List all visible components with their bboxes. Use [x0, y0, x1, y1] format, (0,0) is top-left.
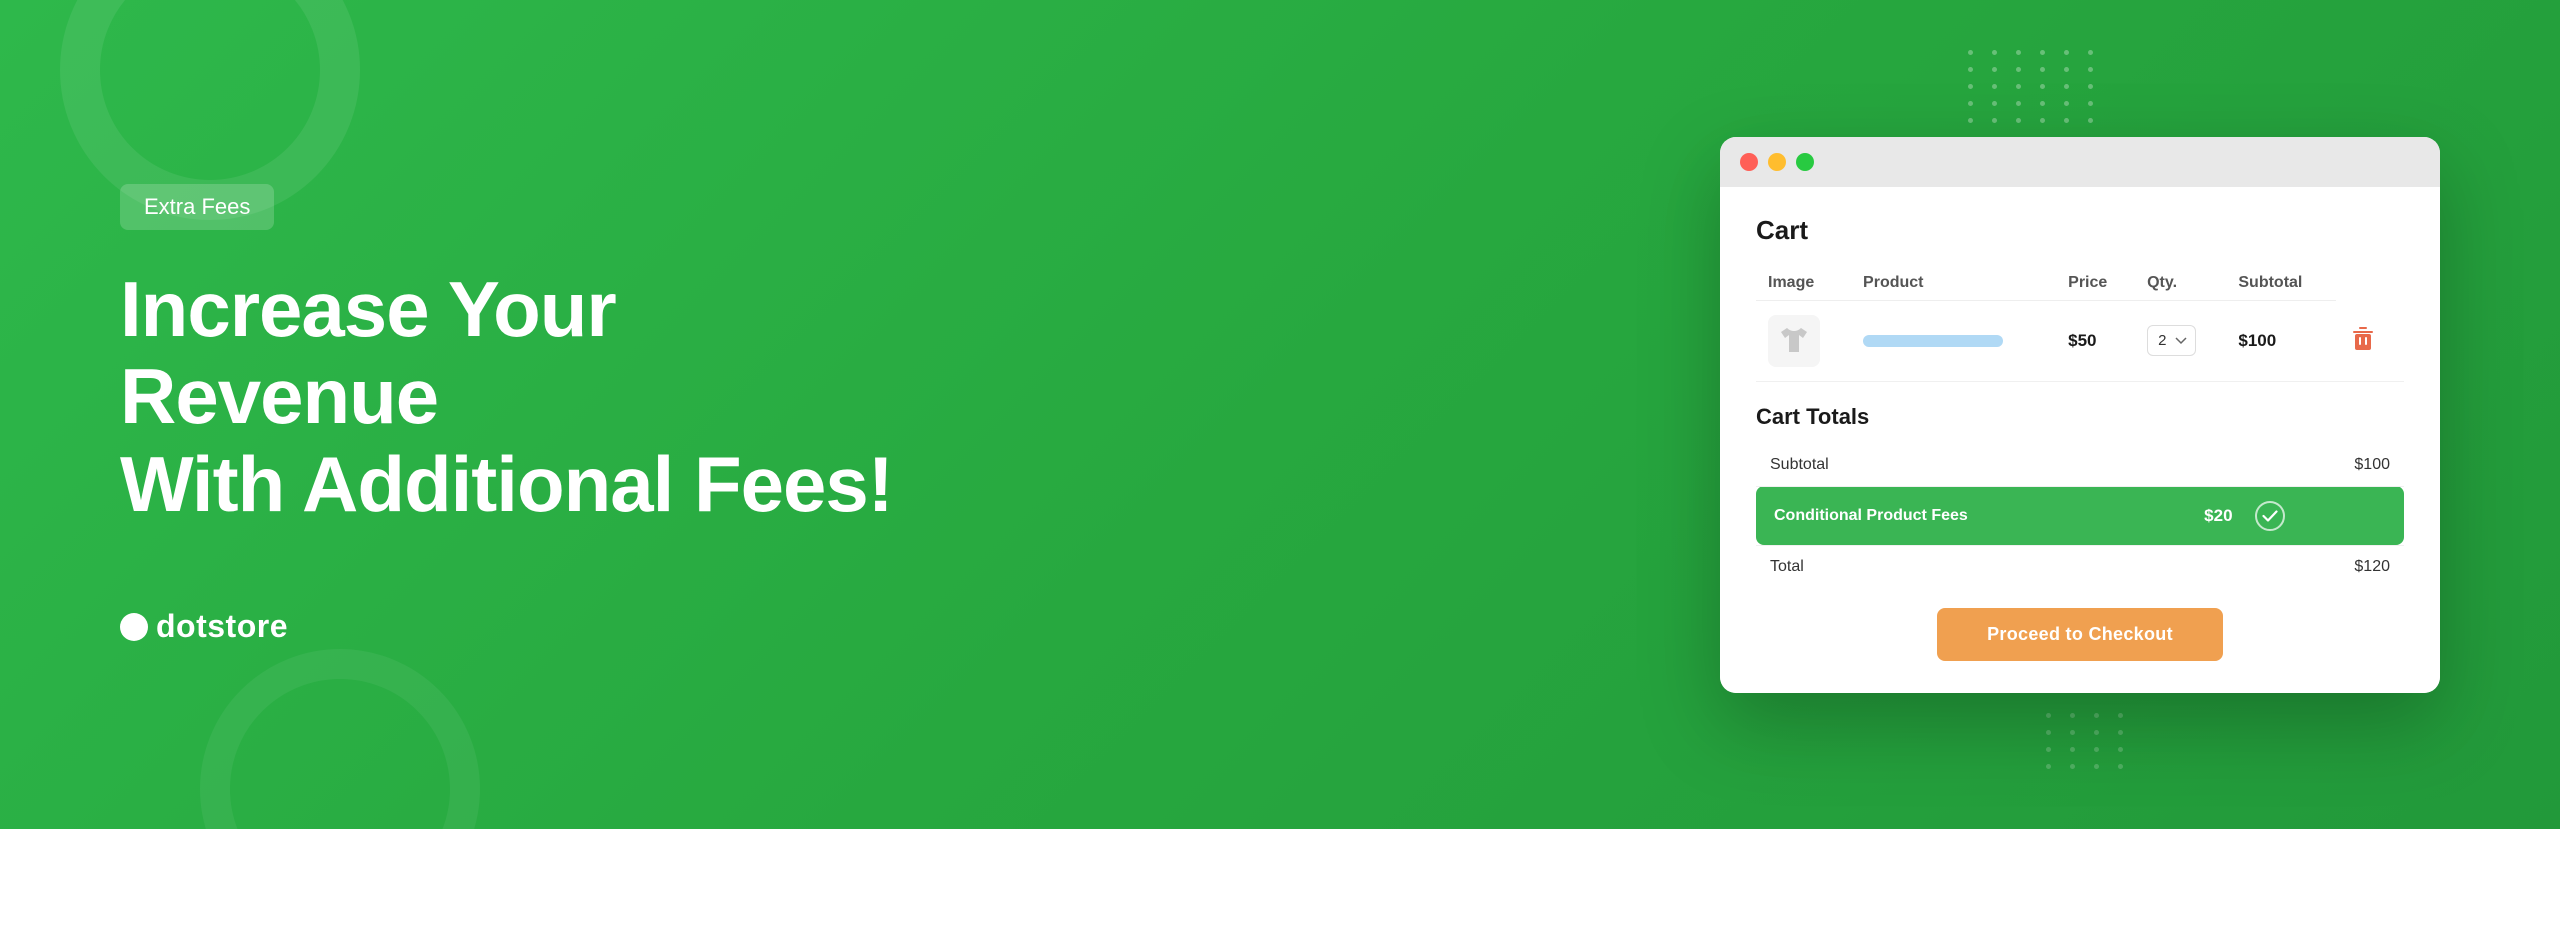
delete-cell: [2336, 300, 2404, 381]
fees-row: Conditional Product Fees $20: [1756, 486, 2404, 545]
subtotal-amount: $100: [2186, 444, 2404, 487]
trash-icon: [2352, 326, 2374, 352]
col-header-image: Image: [1756, 266, 1851, 301]
browser-content: Cart Image Product Price Qty. Subtotal: [1720, 187, 2440, 693]
extra-fees-badge: Extra Fees: [120, 184, 274, 230]
total-label: Total: [1756, 545, 2186, 588]
delete-button[interactable]: [2348, 322, 2378, 359]
headline-line2: With Additional Fees!: [120, 440, 893, 528]
deco-circle-bl: [200, 649, 480, 929]
cart-title: Cart: [1756, 215, 2404, 246]
subtotal-label: Subtotal: [1756, 444, 2186, 487]
traffic-light-red[interactable]: [1740, 153, 1758, 171]
dot-pattern-tr: [1968, 50, 2100, 123]
dotstore-text-plain: dot: [156, 608, 207, 644]
dotstore-logo: dotstore: [120, 608, 900, 645]
subtotal-value: $100: [2238, 331, 2276, 350]
subtotal-row: Subtotal $100: [1756, 444, 2404, 487]
total-row: Total $120: [1756, 545, 2404, 588]
proceed-to-checkout-button[interactable]: Proceed to Checkout: [1937, 608, 2223, 661]
background: Extra Fees Increase Your Revenue With Ad…: [0, 0, 2560, 829]
fees-label: Conditional Product Fees: [1774, 507, 1968, 524]
price-value: $50: [2068, 331, 2096, 350]
product-image-placeholder: [1768, 315, 1820, 367]
col-header-product: Product: [1851, 266, 2056, 301]
left-content: Extra Fees Increase Your Revenue With Ad…: [120, 184, 900, 645]
traffic-light-yellow[interactable]: [1768, 153, 1786, 171]
price-cell: $50: [2056, 300, 2135, 381]
col-header-price: Price: [2056, 266, 2135, 301]
traffic-light-green[interactable]: [1796, 153, 1814, 171]
total-amount: $120: [2186, 545, 2404, 588]
totals-table: Subtotal $100 Conditional Product Fees $…: [1756, 444, 2404, 588]
checkout-btn-wrapper: Proceed to Checkout: [1756, 608, 2404, 661]
dotstore-text-bold: store: [207, 608, 288, 644]
subtotal-cell: $100: [2226, 300, 2336, 381]
qty-select[interactable]: 2 1 3: [2147, 325, 2196, 356]
qty-cell: 2 1 3: [2135, 300, 2226, 381]
dot-pattern-br: [2046, 713, 2130, 769]
fees-td-right: $20: [2204, 501, 2386, 531]
fees-check-icon: [2255, 501, 2285, 531]
fees-amount: $20: [2204, 506, 2232, 526]
cart-table: Image Product Price Qty. Subtotal: [1756, 266, 2404, 382]
cart-totals-title: Cart Totals: [1756, 404, 2404, 430]
shirt-icon: [1777, 324, 1811, 358]
dotstore-wordmark: dotstore: [156, 608, 288, 645]
headline: Increase Your Revenue With Additional Fe…: [120, 266, 900, 528]
product-name-bar: [1863, 335, 2003, 347]
dotstore-dot-icon: [120, 613, 148, 641]
headline-line1: Increase Your Revenue: [120, 265, 616, 440]
product-image-cell: [1756, 300, 1851, 381]
product-name-cell: [1851, 300, 2056, 381]
table-row: $50 2 1 3 $100: [1756, 300, 2404, 381]
browser-window: Cart Image Product Price Qty. Subtotal: [1720, 137, 2440, 693]
col-header-qty: Qty.: [2135, 266, 2226, 301]
col-header-subtotal: Subtotal: [2226, 266, 2336, 301]
browser-titlebar: [1720, 137, 2440, 187]
